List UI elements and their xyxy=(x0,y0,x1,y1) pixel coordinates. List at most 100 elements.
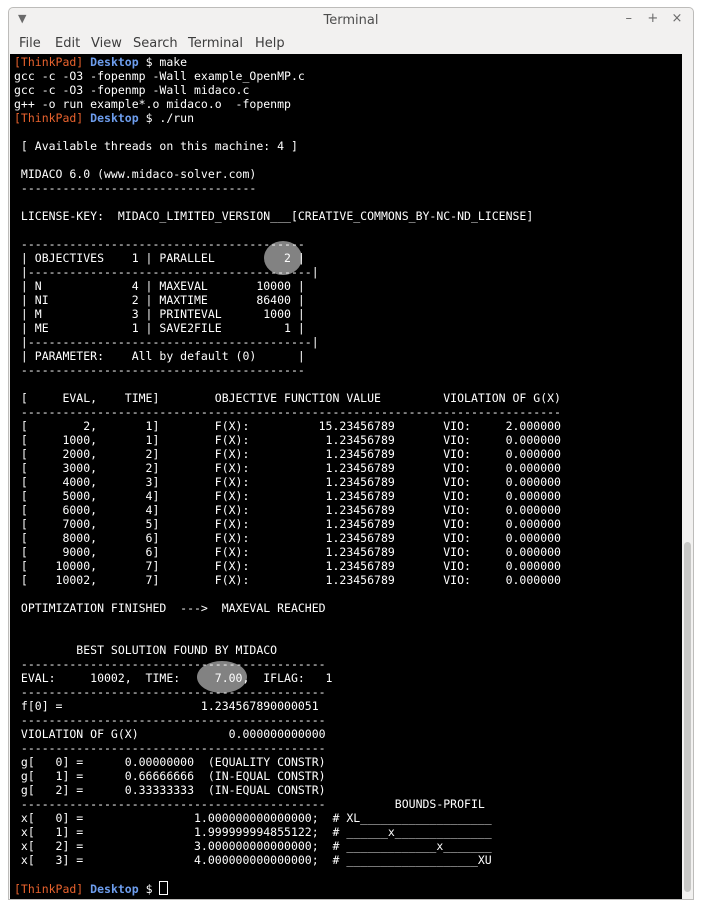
terminal-line: | OBJECTIVES 1 | PARALLEL 2 | xyxy=(14,251,305,265)
line-text: ---------------------------------- xyxy=(14,181,257,195)
prompt-dir: Desktop xyxy=(90,882,139,896)
menu-file[interactable]: File xyxy=(19,36,41,51)
line-text: [ 5000, 4] F(X): 1.23456789 VIO: 0.00000… xyxy=(14,489,561,503)
terminal-line: |---------------------------------------… xyxy=(14,335,319,349)
line-text: [ 4000, 3] F(X): 1.23456789 VIO: 0.00000… xyxy=(14,475,561,489)
prompt-dir: Desktop xyxy=(90,111,139,125)
terminal-line: x[ 1] = 1.999999994855122; # ______x____… xyxy=(14,825,492,839)
terminal-line: [ 10000, 7] F(X): 1.23456789 VIO: 0.0000… xyxy=(14,559,561,573)
terminal-line: [ThinkPad] Desktop $ make xyxy=(14,55,187,69)
line-text: [ Available threads on this machine: 4 ] xyxy=(14,139,298,153)
terminal-line: | PARAMETER: All by default (0) | xyxy=(14,349,305,363)
line-text: |---------------------------------------… xyxy=(14,265,319,279)
line-text: | OBJECTIVES 1 | PARALLEL 2 | xyxy=(14,251,305,265)
terminal-line: x[ 3] = 4.000000000000000; # ___________… xyxy=(14,853,492,867)
terminal-output[interactable]: [ThinkPad] Desktop $ make gcc -c -O3 -fop… xyxy=(10,54,693,899)
terminal-line: | ME 1 | SAVE2FILE 1 | xyxy=(14,321,305,335)
line-text: ----------------------------------------… xyxy=(14,713,326,727)
terminal-line: ----------------------------------------… xyxy=(14,405,561,419)
line-text: | ME 1 | SAVE2FILE 1 | xyxy=(14,321,305,335)
terminal-line: ----------------------------------------… xyxy=(14,797,485,811)
line-text: gcc -c -O3 -fopenmp -Wall example_OpenMP… xyxy=(14,69,305,83)
menu-help[interactable]: Help xyxy=(255,36,285,51)
line-text: BEST SOLUTION FOUND BY MIDACO xyxy=(14,643,278,657)
terminal-line: [ 5000, 4] F(X): 1.23456789 VIO: 0.00000… xyxy=(14,489,561,503)
terminal-line: [ 3000, 2] F(X): 1.23456789 VIO: 0.00000… xyxy=(14,461,561,475)
terminal-line: x[ 2] = 3.000000000000000; # ___________… xyxy=(14,839,492,853)
prompt-host: [ThinkPad] xyxy=(14,882,91,896)
line-text: x[ 1] = 1.999999994855122; # ______x____… xyxy=(14,825,492,839)
terminal-line: OPTIMIZATION FINISHED ---> MAXEVAL REACH… xyxy=(14,601,326,615)
terminal-line: [ 8000, 6] F(X): 1.23456789 VIO: 0.00000… xyxy=(14,531,561,545)
terminal-line: g[ 2] = 0.33333333 (IN-EQUAL CONSTR) xyxy=(14,783,326,797)
terminal-line: [ThinkPad] Desktop $ ./run xyxy=(14,111,194,125)
menu-search[interactable]: Search xyxy=(133,36,178,51)
terminal-line: ----------------------------------------… xyxy=(14,685,326,699)
menu-edit[interactable]: Edit xyxy=(55,36,80,51)
line-text: [ 6000, 4] F(X): 1.23456789 VIO: 0.00000… xyxy=(14,503,561,517)
text-cursor[interactable] xyxy=(159,881,169,895)
line-text: [ 1000, 1] F(X): 1.23456789 VIO: 0.00000… xyxy=(14,433,561,447)
line-text: [ 8000, 6] F(X): 1.23456789 VIO: 0.00000… xyxy=(14,531,561,545)
terminal-line: g[ 1] = 0.66666666 (IN-EQUAL CONSTR) xyxy=(14,769,326,783)
terminal-line: gcc -c -O3 -fopenmp -Wall example_OpenMP… xyxy=(14,69,305,83)
menu-view[interactable]: View xyxy=(91,36,122,51)
line-text: EVAL: 10002, TIME: 7.00, IFLAG: 1 xyxy=(14,671,333,685)
line-text: MIDACO 6.0 (www.midaco-solver.com) xyxy=(14,167,257,181)
terminal-line: | NI 2 | MAXTIME 86400 | xyxy=(14,293,305,307)
prompt-host: [ThinkPad] xyxy=(14,55,91,69)
line-text: [ 10000, 7] F(X): 1.23456789 VIO: 0.0000… xyxy=(14,559,561,573)
terminal-line: |---------------------------------------… xyxy=(14,265,319,279)
scrollbar-thumb[interactable] xyxy=(684,542,691,892)
terminal-window: ▼ Terminal – + × File Edit View Search T… xyxy=(8,7,694,900)
line-text: [ EVAL, TIME] OBJECTIVE FUNCTION VALUE V… xyxy=(14,391,561,405)
terminal-line: ----------------------------------------… xyxy=(14,237,305,251)
line-text: $ make xyxy=(138,55,188,69)
terminal-line: g++ -o run example*.o midaco.o -fopenmp xyxy=(14,97,291,111)
terminal-line: [ 10002, 7] F(X): 1.23456789 VIO: 0.0000… xyxy=(14,573,561,587)
terminal-line: [ 7000, 5] F(X): 1.23456789 VIO: 0.00000… xyxy=(14,517,561,531)
line-text: ----------------------------------------… xyxy=(14,797,485,811)
terminal-line: [ 6000, 4] F(X): 1.23456789 VIO: 0.00000… xyxy=(14,503,561,517)
terminal-line: ----------------------------------------… xyxy=(14,657,326,671)
line-text: VIOLATION OF G(X) 0.000000000000 xyxy=(14,727,326,741)
line-text: g[ 0] = 0.00000000 (EQUALITY CONSTR) xyxy=(14,755,326,769)
prompt-host: [ThinkPad] xyxy=(14,111,91,125)
terminal-line: ---------------------------------- xyxy=(14,181,256,195)
line-text: ----------------------------------------… xyxy=(14,685,326,699)
terminal-line: ----------------------------------------… xyxy=(14,741,326,755)
terminal-line: [ 1000, 1] F(X): 1.23456789 VIO: 0.00000… xyxy=(14,433,561,447)
line-text: ----------------------------------------… xyxy=(14,741,326,755)
terminal-line: BEST SOLUTION FOUND BY MIDACO xyxy=(14,643,277,657)
line-text: g[ 2] = 0.33333333 (IN-EQUAL CONSTR) xyxy=(14,783,326,797)
line-text: ----------------------------------------… xyxy=(14,657,326,671)
line-text: [ 10002, 7] F(X): 1.23456789 VIO: 0.0000… xyxy=(14,573,561,587)
terminal-line: [ 4000, 3] F(X): 1.23456789 VIO: 0.00000… xyxy=(14,475,561,489)
title-bar[interactable]: ▼ Terminal – + × xyxy=(9,8,693,33)
line-text: OPTIMIZATION FINISHED ---> MAXEVAL REACH… xyxy=(14,601,326,615)
terminal-line: x[ 0] = 1.000000000000000; # XL_________… xyxy=(14,811,492,825)
terminal-line: [ 2000, 2] F(X): 1.23456789 VIO: 0.00000… xyxy=(14,447,561,461)
line-text: | N 4 | MAXEVAL 10000 | xyxy=(14,279,305,293)
line-text: $ xyxy=(138,882,160,896)
menu-terminal[interactable]: Terminal xyxy=(188,36,243,51)
minimize-icon[interactable]: – xyxy=(619,11,639,26)
terminal-line: g[ 0] = 0.00000000 (EQUALITY CONSTR) xyxy=(14,755,326,769)
line-text: ----------------------------------------… xyxy=(14,237,305,251)
terminal-line: ----------------------------------------… xyxy=(14,363,305,377)
line-text: LICENSE-KEY: MIDACO_LIMITED_VERSION___[C… xyxy=(14,209,534,223)
menu-bar: File Edit View Search Terminal Help xyxy=(9,33,693,55)
maximize-icon[interactable]: + xyxy=(643,11,663,26)
terminal-line: VIOLATION OF G(X) 0.000000000000 xyxy=(14,727,326,741)
line-text: [ 9000, 6] F(X): 1.23456789 VIO: 0.00000… xyxy=(14,545,561,559)
prompt-dir: Desktop xyxy=(90,55,139,69)
line-text: |---------------------------------------… xyxy=(14,335,319,349)
terminal-line: f[0] = 1.234567890000051 xyxy=(14,699,319,713)
terminal-line: EVAL: 10002, TIME: 7.00, IFLAG: 1 xyxy=(14,671,333,685)
line-text: | M 3 | PRINTEVAL 1000 | xyxy=(14,307,305,321)
terminal-line: [ Available threads on this machine: 4 ] xyxy=(14,139,298,153)
line-text: gcc -c -O3 -fopenmp -Wall midaco.c xyxy=(14,83,250,97)
close-icon[interactable]: × xyxy=(667,11,687,26)
line-text: ----------------------------------------… xyxy=(14,363,305,377)
line-text: | NI 2 | MAXTIME 86400 | xyxy=(14,293,305,307)
